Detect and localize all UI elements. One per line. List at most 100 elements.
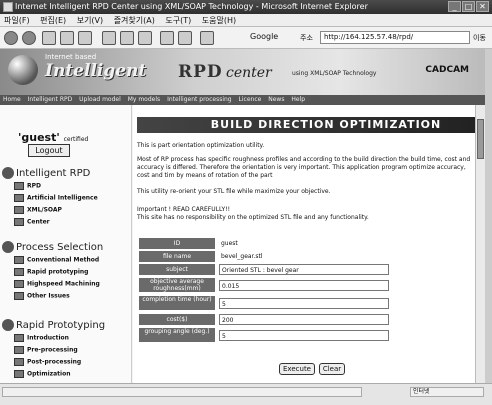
sidebar-item-label: Artificial Intelligence — [27, 194, 98, 202]
form-row-grouping-angle: grouping angle (deg.) 5 — [139, 328, 469, 342]
status-text — [2, 387, 362, 397]
bullet-icon — [14, 370, 24, 378]
sidebar-item-pre-processing[interactable]: Pre-processing — [14, 346, 78, 354]
sidebar-item-conventional[interactable]: Conventional Method — [14, 256, 99, 264]
globe-logo-icon — [8, 55, 38, 85]
nav-licence[interactable]: Licence — [239, 96, 262, 103]
go-button[interactable]: 이동 — [473, 33, 486, 43]
sidebar-item-optimization[interactable]: Optimization — [14, 370, 71, 378]
search-icon[interactable] — [102, 31, 116, 45]
sidebar: 'guest' certified Logout Intelligent RPD… — [0, 105, 132, 383]
field-label: file name — [139, 251, 215, 262]
form-row-id: ID guest — [139, 238, 469, 249]
sidebar-item-label: Pre-processing — [27, 346, 78, 354]
section-intelligent-rpd[interactable]: Intelligent RPD — [2, 167, 90, 179]
field-label: ID — [139, 238, 215, 249]
section-rapid-prototyping[interactable]: Rapid Prototyping — [2, 319, 105, 331]
sidebar-item-introduction[interactable]: Introduction — [14, 334, 69, 342]
nav-home[interactable]: Home — [3, 96, 21, 103]
print-icon[interactable] — [178, 31, 192, 45]
nav-help[interactable]: Help — [291, 96, 305, 103]
nav-upload-model[interactable]: Upload model — [79, 96, 121, 103]
sidebar-item-other[interactable]: Other Issues — [14, 292, 70, 300]
sidebar-item-highspeed[interactable]: Highspeed Machining — [14, 280, 100, 288]
menu-edit[interactable]: 편집(E) — [40, 16, 66, 25]
important-text: Important ! READ CAREFULLY!! — [137, 206, 231, 213]
roughness-input[interactable]: 0.015 — [219, 280, 389, 291]
bullet-icon — [14, 182, 24, 190]
user-tag: certified — [63, 136, 89, 143]
address-input[interactable]: http://164.125.57.48/rpd/ — [320, 31, 470, 44]
swirl-icon — [2, 241, 14, 253]
sidebar-item-label: Highspeed Machining — [27, 280, 100, 288]
menu-tools[interactable]: 도구(T) — [165, 16, 191, 25]
window-scrollbar[interactable] — [485, 49, 492, 383]
sidebar-item-ai[interactable]: Artificial Intelligence — [14, 194, 98, 202]
status-bar: 인터넷 — [0, 383, 492, 405]
sidebar-item-label: XML/SOAP — [27, 206, 62, 214]
refresh-icon[interactable] — [60, 31, 74, 45]
cost-input[interactable]: 200 — [219, 314, 389, 325]
maximize-button[interactable]: □ — [462, 1, 475, 12]
edit-icon[interactable] — [200, 31, 214, 45]
bullet-icon — [14, 346, 24, 354]
stop-icon[interactable] — [42, 31, 56, 45]
page-title: BUILD DIRECTION OPTIMIZATION — [137, 117, 475, 133]
field-label: objective average roughness(mm) — [139, 278, 215, 292]
completion-time-input[interactable]: 5 — [219, 298, 389, 309]
bullet-icon — [14, 268, 24, 276]
bullet-icon — [14, 280, 24, 288]
bullet-icon — [14, 194, 24, 202]
menu-view[interactable]: 보기(V) — [77, 16, 103, 25]
mail-icon[interactable] — [160, 31, 174, 45]
forward-icon[interactable] — [22, 31, 36, 45]
home-icon[interactable] — [78, 31, 92, 45]
swirl-icon — [2, 319, 14, 331]
logout-button[interactable]: Logout — [28, 144, 70, 157]
minimize-button[interactable]: _ — [448, 1, 461, 12]
file-name-value: bevel_gear.stl — [221, 253, 263, 260]
clear-button[interactable]: Clear — [319, 363, 345, 375]
back-icon[interactable] — [4, 31, 18, 45]
partner-logo[interactable]: CADCAM — [425, 65, 469, 75]
sidebar-item-center[interactable]: Center — [14, 218, 50, 226]
description-text: Most of RP process has specific roughnes… — [137, 156, 471, 179]
vertical-scrollbar[interactable] — [475, 105, 485, 383]
favorites-icon[interactable] — [120, 31, 134, 45]
sidebar-item-label: Center — [27, 218, 50, 226]
form-row-subject: subject Oriented STL : bevel gear — [139, 264, 469, 275]
section-title: Intelligent RPD — [16, 168, 91, 179]
execute-button[interactable]: Execute — [279, 363, 315, 375]
user-name-text: 'guest' — [18, 131, 60, 144]
sidebar-item-rpd[interactable]: RPD — [14, 182, 41, 190]
disclaimer-text: This site has no responsibility on the o… — [137, 214, 369, 221]
menu-file[interactable]: 파일(F) — [4, 16, 30, 25]
section-process-selection[interactable]: Process Selection — [2, 241, 103, 253]
nav-intelligent-rpd[interactable]: Intelligent RPD — [28, 96, 73, 103]
status-zone: 인터넷 — [410, 387, 484, 397]
form-row-cost: cost($) 200 — [139, 314, 469, 325]
bullet-icon — [14, 334, 24, 342]
sidebar-item-xml-soap[interactable]: XML/SOAP — [14, 206, 62, 214]
brand-rpd: RPD — [178, 62, 223, 82]
sidebar-item-label: RPD — [27, 182, 41, 190]
nav-intelligent-processing[interactable]: Intelligent processing — [167, 96, 232, 103]
menu-help[interactable]: 도움말(H) — [202, 16, 236, 25]
section-title: Process Selection — [16, 242, 104, 253]
google-toolbar[interactable]: Google — [250, 32, 278, 41]
subject-input[interactable]: Oriented STL : bevel gear — [219, 264, 389, 275]
sidebar-item-rapid-prototyping[interactable]: Rapid prototyping — [14, 268, 88, 276]
nav-news[interactable]: News — [268, 96, 284, 103]
sidebar-item-label: Conventional Method — [27, 256, 100, 264]
scrollbar-thumb[interactable] — [477, 119, 484, 159]
user-name: 'guest' certified — [18, 131, 88, 144]
nav-my-models[interactable]: My models — [128, 96, 160, 103]
sidebar-item-label: Post-processing — [27, 358, 82, 366]
menu-favorites[interactable]: 즐겨찾기(A) — [114, 16, 155, 25]
grouping-angle-input[interactable]: 5 — [219, 330, 389, 341]
close-button[interactable]: ✕ — [476, 1, 489, 12]
history-icon[interactable] — [138, 31, 152, 45]
sidebar-item-post-processing[interactable]: Post-processing — [14, 358, 81, 366]
window-title: Internet Intelligent RPD Center using XM… — [15, 2, 368, 11]
brand-intelligent: Intelligent — [45, 61, 147, 81]
